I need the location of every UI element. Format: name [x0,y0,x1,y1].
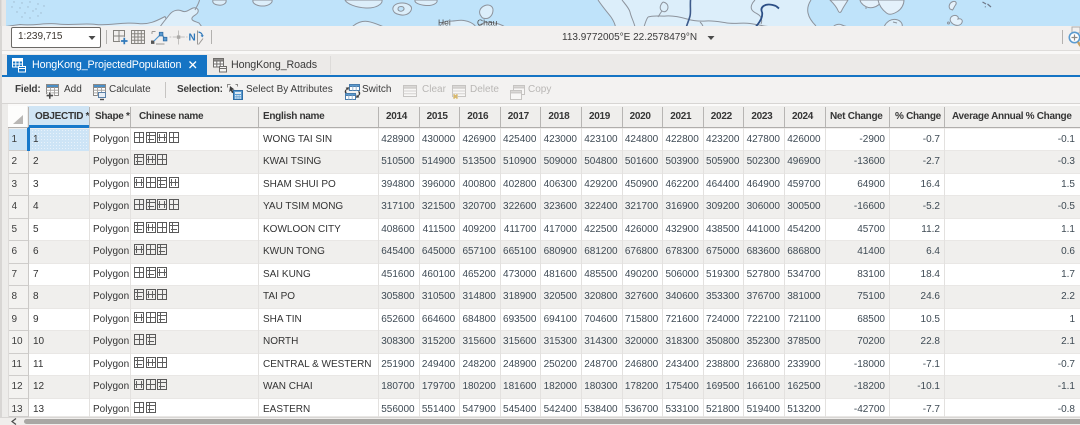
svg-text:N: N [189,33,196,44]
svg-text:Chau: Chau [477,18,498,27]
svg-text:Hei: Hei [438,18,451,27]
